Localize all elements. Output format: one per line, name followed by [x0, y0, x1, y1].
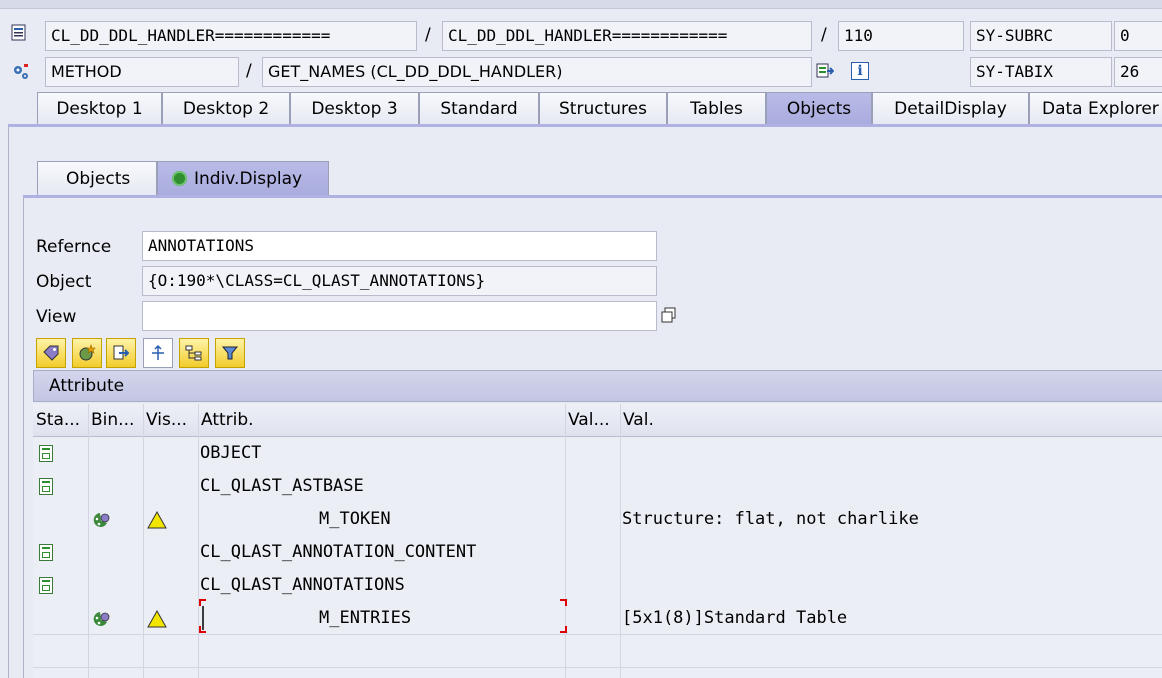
subtab-underline	[23, 195, 1162, 198]
sy-subrc-value[interactable]: 0	[1114, 21, 1162, 51]
warning-icon	[147, 610, 167, 628]
tree-icon	[185, 345, 202, 361]
warning-icon	[147, 511, 167, 529]
class-status-icon	[39, 544, 53, 561]
navigate-icon[interactable]	[816, 62, 835, 80]
tab-structures[interactable]: Structures	[539, 92, 667, 124]
panel-left-border	[8, 127, 9, 678]
reference-input[interactable]: ANNOTATIONS	[142, 231, 657, 261]
grid-header: Sta... Bin... Vis... Attrib. Val... Val.	[33, 404, 1162, 437]
binding-palette-icon	[93, 513, 110, 527]
separator: /	[821, 25, 827, 45]
class-status-icon	[39, 478, 53, 495]
grid-title-bar: Attribute	[33, 370, 1162, 402]
subpanel-left-border	[23, 198, 24, 678]
attrib-cell: CL_QLAST_ANNOTATIONS	[200, 575, 405, 595]
col-status-header[interactable]: Sta...	[33, 404, 87, 436]
tab-tables[interactable]: Tables	[667, 92, 766, 124]
value-cell: Structure: flat, not charlike	[622, 509, 919, 529]
class-status-icon	[39, 577, 53, 594]
object-field[interactable]: {O:190*\CLASS=CL_QLAST_ANNOTATIONS}	[142, 266, 657, 296]
class-status-icon	[39, 445, 53, 462]
value-cell: [5x1(8)]Standard Table	[622, 608, 848, 628]
tab-desktop-1[interactable]: Desktop 1	[37, 92, 162, 124]
attrib-cell: OBJECT	[200, 443, 262, 463]
table-row[interactable]: CL_QLAST_ANNOTATION_CONTENT	[33, 536, 1162, 569]
subtab-objects[interactable]: Objects	[37, 161, 157, 195]
tab-standard[interactable]: Standard	[419, 92, 539, 124]
sy-tabix-label[interactable]: SY-TABIX	[970, 57, 1112, 87]
export-icon	[113, 345, 130, 360]
tag-icon	[43, 345, 59, 361]
attrib-cell[interactable]: M_ENTRIES	[319, 608, 411, 628]
separator: /	[246, 61, 252, 81]
tab-desktop-2[interactable]: Desktop 2	[162, 92, 290, 124]
table-row[interactable]: M_TOKEN Structure: flat, not charlike	[33, 503, 1162, 536]
table-row[interactable]: CL_QLAST_ASTBASE	[33, 470, 1162, 503]
col-binding-header[interactable]: Bin...	[88, 404, 142, 436]
filter-button[interactable]	[215, 338, 245, 368]
object-star-icon	[79, 344, 96, 361]
export-button[interactable]	[106, 338, 136, 368]
event-type-field[interactable]: METHOD	[45, 57, 239, 87]
top-strip	[0, 0, 1162, 9]
col-visibility-header[interactable]: Vis...	[143, 404, 197, 436]
filter-icon	[221, 346, 239, 360]
view-input[interactable]	[142, 301, 657, 331]
tree-button[interactable]	[179, 338, 209, 368]
col-attrib-header[interactable]: Attrib.	[198, 404, 564, 436]
tab-data-explorer[interactable]: Data Explorer	[1029, 92, 1162, 124]
tab-objects[interactable]: Objects	[766, 92, 872, 124]
attrib-cell: M_TOKEN	[319, 509, 391, 529]
hierarchy-icon	[152, 344, 164, 360]
tab-strip-underline	[8, 124, 1162, 127]
separator: /	[425, 25, 431, 45]
grid-title: Attribute	[49, 376, 125, 396]
source-icon[interactable]	[11, 24, 29, 42]
object-label: Object	[36, 272, 92, 292]
attrib-cell: CL_QLAST_ANNOTATION_CONTENT	[200, 542, 477, 562]
include-field[interactable]: CL_DD_DDL_HANDLER============	[442, 21, 812, 51]
info-icon[interactable]: i	[851, 62, 869, 80]
view-label: View	[36, 307, 77, 327]
sy-subrc-label[interactable]: SY-SUBRC	[970, 21, 1112, 51]
sy-tabix-value[interactable]: 26	[1114, 57, 1162, 87]
object-button[interactable]	[72, 338, 102, 368]
reference-label: Refernce	[36, 237, 112, 257]
view-popup-icon[interactable]	[660, 306, 678, 324]
line-field[interactable]: 110	[838, 21, 964, 51]
tag-button[interactable]	[36, 338, 66, 368]
table-row[interactable]: M_ENTRIES [5x1(8)]Standard Table	[33, 599, 1162, 635]
subtab-indiv-display[interactable]: Indiv.Display	[157, 161, 329, 195]
tab-desktop-3[interactable]: Desktop 3	[290, 92, 419, 124]
binding-palette-icon	[93, 612, 110, 626]
row-separator	[33, 667, 1162, 668]
subtab-indiv-display-label: Indiv.Display	[194, 169, 303, 189]
hierarchy-button[interactable]	[143, 338, 173, 368]
table-row[interactable]: OBJECT	[33, 437, 1162, 470]
event-name-field[interactable]: GET_NAMES (CL_DD_DDL_HANDLER)	[262, 57, 812, 87]
attrib-cell: CL_QLAST_ASTBASE	[200, 476, 364, 496]
method-gear-icon	[11, 63, 31, 81]
status-green-icon	[172, 171, 187, 186]
tab-detaildisplay[interactable]: DetailDisplay	[872, 92, 1029, 124]
col-valtype-header[interactable]: Val...	[565, 404, 619, 436]
program-field[interactable]: CL_DD_DDL_HANDLER============	[45, 21, 417, 51]
col-value-header[interactable]: Val.	[620, 404, 1160, 436]
